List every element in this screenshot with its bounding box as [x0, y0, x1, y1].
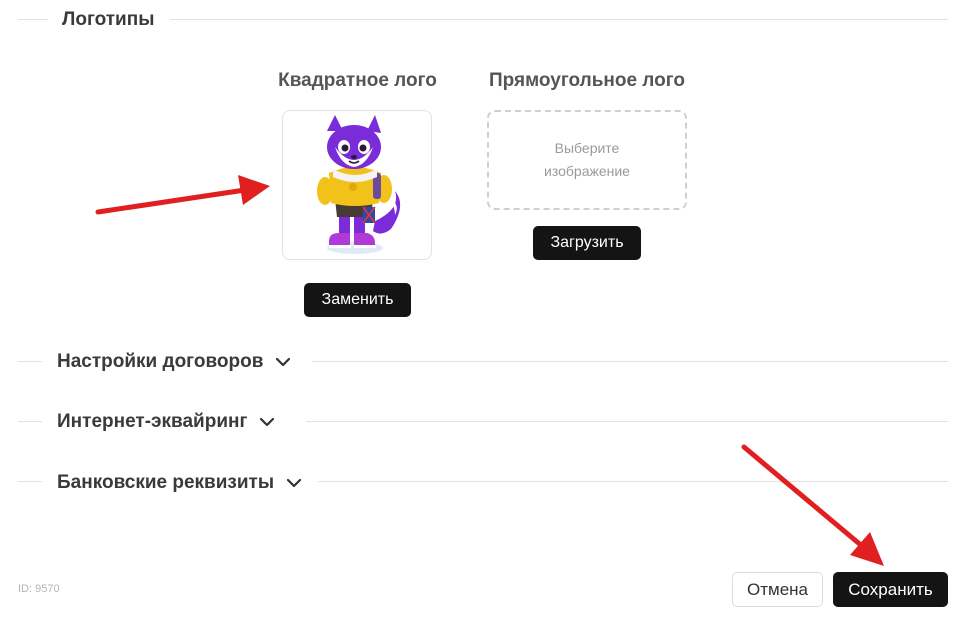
square-logo-label: Квадратное лого: [278, 70, 437, 91]
acquiring-section-title: Интернет-эквайринг: [57, 411, 248, 432]
acquiring-section-toggle[interactable]: Интернет-эквайринг: [57, 411, 275, 433]
square-logo-preview: [282, 110, 432, 260]
rect-logo-dropzone[interactable]: Выберите изображение: [487, 110, 687, 210]
upload-logo-button[interactable]: Загрузить: [533, 226, 641, 260]
rect-logo-label: Прямоугольное лого: [489, 70, 685, 91]
record-id-label: ID: 9570: [18, 583, 60, 595]
chevron-down-icon: [260, 417, 275, 427]
replace-logo-button[interactable]: Заменить: [304, 283, 411, 317]
logos-divider-right: [170, 19, 948, 20]
fox-mascot-image: [317, 115, 401, 254]
chevron-down-icon: [276, 357, 291, 367]
logos-section-title: Логотипы: [62, 9, 155, 30]
contracts-section-toggle[interactable]: Настройки договоров: [57, 351, 291, 373]
dropzone-line-2: изображение: [544, 163, 630, 179]
contracts-section-title: Настройки договоров: [57, 351, 264, 372]
annotation-arrow-left: [95, 175, 270, 215]
dropzone-line-1: Выберите: [554, 140, 620, 156]
annotation-arrow-right: [741, 444, 884, 566]
cancel-button[interactable]: Отмена: [732, 572, 823, 607]
chevron-down-icon: [286, 478, 302, 488]
dropzone-text: Выберите изображение: [544, 137, 630, 183]
save-button[interactable]: Сохранить: [833, 572, 948, 607]
acquiring-divider-left: [18, 421, 42, 422]
logos-divider-left: [18, 19, 48, 20]
bank-divider-right: [318, 481, 948, 482]
acquiring-divider-right: [306, 421, 948, 422]
contracts-divider-left: [18, 361, 42, 362]
contracts-divider-right: [312, 361, 948, 362]
bank-section-toggle[interactable]: Банковские реквизиты: [57, 472, 302, 494]
bank-divider-left: [18, 481, 42, 482]
bank-section-title: Банковские реквизиты: [57, 472, 275, 493]
